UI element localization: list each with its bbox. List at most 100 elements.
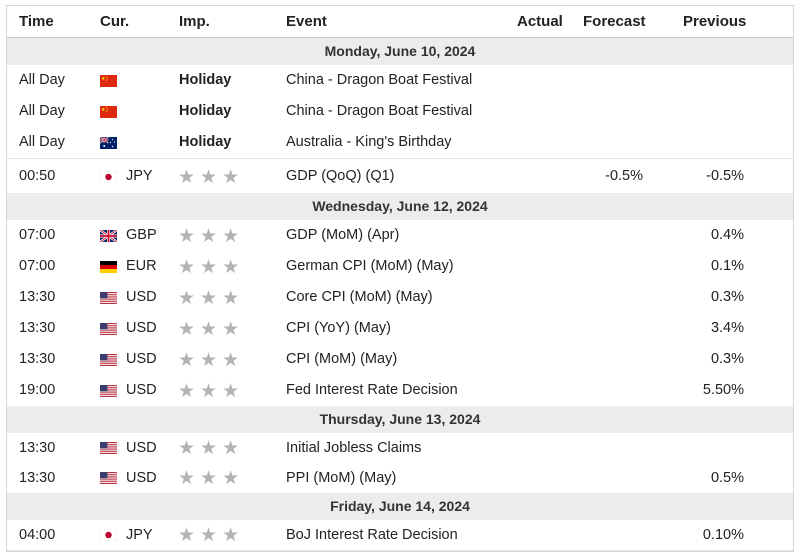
column-header-importance[interactable]: Imp. [179, 6, 210, 37]
star-icon: ★ [222, 288, 245, 309]
importance-stars: ★★★ [178, 520, 244, 550]
previous-value: 0.3% [710, 351, 744, 367]
previous-value: -0.5% [706, 168, 744, 184]
actual-value [487, 160, 561, 193]
star-icon: ★ [178, 438, 201, 459]
event-time: All Day [19, 72, 65, 88]
currency-code: USD [126, 351, 157, 367]
currency-code: JPY [126, 527, 153, 543]
date-label: Friday, June 14, 2024 [330, 498, 470, 514]
event-name[interactable]: Core CPI (MoM) (May) [286, 282, 433, 313]
event-name[interactable]: PPI (MoM) (May) [286, 463, 396, 493]
table-row[interactable]: 19:00 USD ★★★ Fed Interest Rate Decision 5.5… [7, 375, 793, 407]
event-time: 07:00 [19, 227, 56, 243]
currency-code: USD [126, 320, 157, 336]
event-time: 13:30 [19, 289, 56, 305]
forecast-value [567, 433, 643, 463]
star-icon: ★ [222, 167, 245, 188]
column-header-previous[interactable]: Previous [683, 6, 746, 37]
usa-flag-icon [100, 292, 117, 304]
japan-flag-icon [100, 171, 117, 183]
star-icon: ★ [200, 319, 223, 340]
date-row: Monday, June 10, 2024 [7, 38, 793, 66]
table-row[interactable]: 07:00 GBP ★★★ GDP (MoM) (Apr) 0.4% [7, 220, 793, 252]
date-row: Wednesday, June 12, 2024 [7, 193, 793, 221]
date-row: Thursday, June 13, 2024 [7, 406, 793, 434]
australia-flag-icon [100, 137, 117, 149]
event-time: 13:30 [19, 470, 56, 486]
table-row[interactable]: 00:50 JPY ★★★ GDP (QoQ) (Q1) -0.5% -0.5% [7, 160, 793, 194]
holiday-label: Holiday [179, 103, 232, 119]
event-time: All Day [19, 134, 65, 150]
usa-flag-icon [100, 323, 117, 335]
column-header-actual[interactable]: Actual [517, 6, 563, 37]
actual-value [487, 96, 561, 127]
event-name[interactable]: CPI (YoY) (May) [286, 313, 391, 344]
column-header-currency[interactable]: Cur. [100, 6, 129, 37]
forecast-value [567, 96, 643, 127]
event-time: 13:30 [19, 320, 56, 336]
importance-stars: ★★★ [178, 344, 244, 375]
date-row: Friday, June 14, 2024 [7, 493, 793, 521]
importance-stars: ★★★ [178, 251, 244, 282]
table-row[interactable]: 07:00 EUR ★★★ German CPI (MoM) (May) 0.1% [7, 251, 793, 283]
star-icon: ★ [200, 288, 223, 309]
star-icon: ★ [200, 350, 223, 371]
forecast-value [567, 344, 643, 375]
importance-stars: ★★★ [178, 433, 244, 463]
event-name[interactable]: BoJ Interest Rate Decision [286, 520, 458, 550]
table-row[interactable]: 04:00 JPY ★★★ BoJ Interest Rate Decision 0.1… [7, 520, 793, 551]
forecast-value [567, 313, 643, 344]
table-row[interactable]: All Day Holiday China - Dragon Boat Festiv… [7, 65, 793, 97]
table-row[interactable]: All Day Holiday Australia - King's Birthda… [7, 127, 793, 159]
table-header: Time Cur. Imp. Event Actual Forecast Pre… [7, 6, 793, 38]
importance-stars: ★★★ [178, 282, 244, 313]
column-header-forecast[interactable]: Forecast [583, 6, 646, 37]
currency-code: EUR [126, 258, 157, 274]
event-time: 04:00 [19, 527, 56, 543]
importance-stars: ★★★ [178, 313, 244, 344]
table-row[interactable]: All Day Holiday China - Dragon Boat Festiv… [7, 96, 793, 128]
star-icon: ★ [222, 350, 245, 371]
currency-code: USD [126, 382, 157, 398]
importance-stars: ★★★ [178, 375, 244, 406]
event-name[interactable]: Fed Interest Rate Decision [286, 375, 458, 406]
event-name[interactable]: GDP (QoQ) (Q1) [286, 160, 395, 193]
star-icon: ★ [222, 257, 245, 278]
event-name[interactable]: CPI (MoM) (May) [286, 344, 397, 375]
star-icon: ★ [178, 350, 201, 371]
event-name[interactable]: China - Dragon Boat Festival [286, 65, 472, 96]
star-icon: ★ [200, 468, 223, 489]
forecast-value [567, 463, 643, 493]
column-header-event[interactable]: Event [286, 6, 327, 37]
star-icon: ★ [200, 438, 223, 459]
event-name[interactable]: German CPI (MoM) (May) [286, 251, 454, 282]
event-name[interactable]: Initial Jobless Claims [286, 433, 421, 463]
table-row[interactable]: 13:30 USD ★★★ CPI (YoY) (May) 3.4% [7, 313, 793, 345]
usa-flag-icon [100, 472, 117, 484]
table-row[interactable]: 13:30 USD ★★★ CPI (MoM) (May) 0.3% [7, 344, 793, 376]
star-icon: ★ [200, 226, 223, 247]
table-row[interactable]: 13:30 USD ★★★ PPI (MoM) (May) 0.5% [7, 463, 793, 494]
table-row[interactable]: 13:30 USD ★★★ Core CPI (MoM) (May) 0.3% [7, 282, 793, 314]
previous-value [657, 65, 744, 96]
star-icon: ★ [200, 167, 223, 188]
previous-value [657, 127, 744, 158]
usa-flag-icon [100, 442, 117, 454]
event-name[interactable]: GDP (MoM) (Apr) [286, 220, 399, 251]
star-icon: ★ [200, 525, 223, 546]
table-row[interactable]: 13:30 USD ★★★ Initial Jobless Claims [7, 433, 793, 464]
previous-value: 0.5% [710, 470, 744, 486]
star-icon: ★ [178, 226, 201, 247]
actual-value [487, 282, 561, 313]
column-header-time[interactable]: Time [19, 6, 54, 37]
event-name[interactable]: Australia - King's Birthday [286, 127, 452, 158]
forecast-value [567, 251, 643, 282]
currency-code: GBP [126, 227, 157, 243]
usa-flag-icon [100, 354, 117, 366]
event-time: 13:30 [19, 440, 56, 456]
event-name[interactable]: China - Dragon Boat Festival [286, 96, 472, 127]
previous-value: 0.10% [702, 527, 744, 543]
forecast-value [567, 65, 643, 96]
star-icon: ★ [200, 257, 223, 278]
